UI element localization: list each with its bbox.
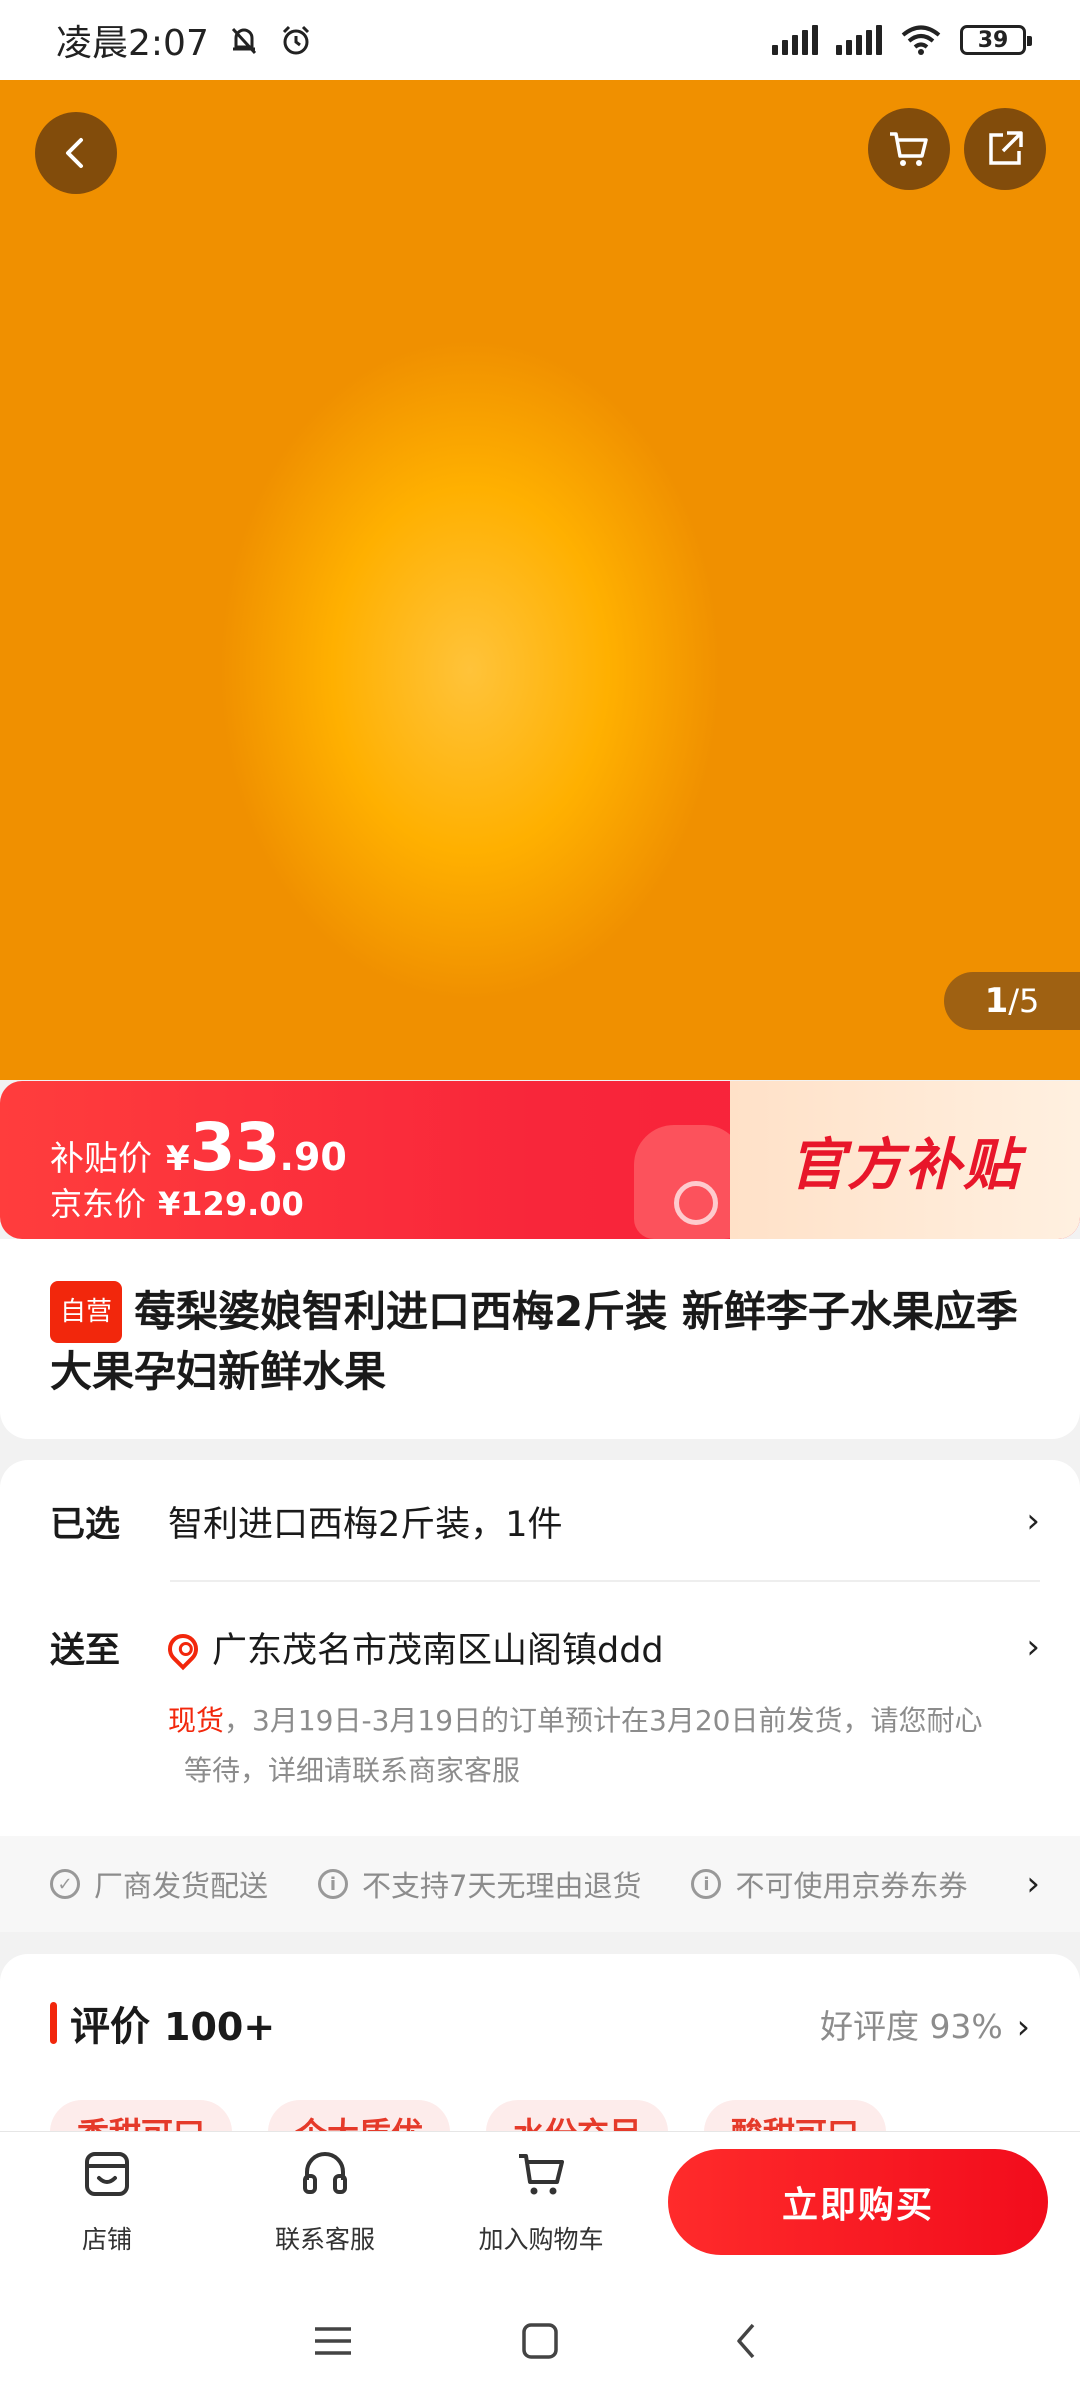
- image-page-indicator: 1/5: [944, 972, 1080, 1030]
- stock-status: 现货: [168, 1704, 225, 1737]
- jd-price: 京东价 ¥129.00: [50, 1185, 304, 1223]
- chevron-right-icon: ›: [1026, 1864, 1040, 1904]
- selected-label: 已选: [50, 1504, 121, 1545]
- price-banner: 补贴价 ¥33.90 京东价 ¥129.00 官方补贴: [0, 1081, 1080, 1239]
- headset-icon: [303, 2152, 347, 2194]
- alarm-icon: [282, 25, 309, 55]
- share-button[interactable]: [964, 108, 1046, 190]
- back-button[interactable]: [35, 112, 117, 194]
- mute-bell-icon: [231, 27, 256, 55]
- subsidy-price-dec: .90: [279, 1135, 347, 1179]
- subsidy-price-int: 33: [189, 1109, 281, 1186]
- subsidy-price-label: 补贴价: [50, 1139, 152, 1179]
- lucky-bag-icon: [634, 1125, 744, 1239]
- battery-icon: 39: [960, 25, 1032, 55]
- ship-to-row[interactable]: 送至 广东茂名市茂南区山阁镇ddd ›: [50, 1622, 1040, 1672]
- reviews-header: 评价 100+: [70, 2004, 276, 2050]
- shipping-info: 现货，3月19日-3月19日的订单预计在3月20日前发货，请您耐心 等待，详细请…: [168, 1704, 983, 1787]
- good-rating[interactable]: 好评度 93% ›: [820, 2000, 1030, 2048]
- chevron-left-icon: [66, 138, 83, 168]
- service-item: i 不支持7天无理由退货: [318, 1863, 641, 1905]
- status-time: 凌晨2:07: [56, 23, 209, 64]
- selected-value: 智利进口西梅2斤装，1件: [168, 1504, 563, 1545]
- chevron-right-icon: ›: [1016, 2007, 1030, 2046]
- section-accent-bar: [50, 2002, 57, 2044]
- chevron-right-icon: ›: [1026, 1501, 1040, 1541]
- share-icon: [989, 131, 1023, 165]
- check-circle-icon: ✓: [50, 1869, 80, 1899]
- shopping-cart-icon: [519, 2154, 564, 2195]
- subsidy-price: 补贴价 ¥33.90: [50, 1109, 347, 1186]
- wifi-icon: [901, 25, 941, 55]
- add-to-cart-button[interactable]: 加入购物车: [466, 2146, 616, 2256]
- bottom-action-bar: 店铺 联系客服 加入购物车 立即购买: [0, 2131, 1080, 2281]
- info-icon: i: [691, 1869, 722, 1899]
- service-strip[interactable]: ✓ 厂商发货配送 i 不支持7天无理由退货 i 不可使用京券东券 ›: [0, 1836, 1080, 1932]
- service-item: ✓ 厂商发货配送: [50, 1863, 268, 1905]
- menu-icon[interactable]: [303, 2321, 363, 2361]
- hd-signal-icon: [836, 25, 882, 55]
- self-operated-tag: 自营: [50, 1281, 123, 1343]
- chevron-right-icon: ›: [1026, 1627, 1040, 1667]
- cart-button[interactable]: [868, 108, 950, 190]
- jd-price-value: ¥129.00: [158, 1185, 304, 1223]
- product-title: 自营 莓梨婆娘智利进口西梅2斤装 新鲜李子水果应季大果孕妇新鲜水果: [50, 1281, 1030, 1401]
- cell-signal-icon: [772, 25, 818, 55]
- official-subsidy-badge: 官方补贴: [730, 1081, 1080, 1239]
- selected-spec-row[interactable]: 已选 智利进口西梅2斤装，1件 ›: [50, 1496, 1040, 1546]
- info-icon: i: [318, 1869, 349, 1899]
- product-image-carousel[interactable]: 1/5: [0, 80, 1080, 1080]
- location-pin-icon: [161, 1627, 205, 1670]
- ship-to-label: 送至: [50, 1630, 121, 1671]
- shop-button[interactable]: 店铺: [32, 2146, 182, 2256]
- back-nav-icon[interactable]: [717, 2321, 777, 2361]
- service-item: i 不可使用京券东券: [691, 1863, 967, 1905]
- home-icon[interactable]: [510, 2321, 570, 2361]
- store-icon: [85, 2152, 129, 2196]
- reviews-section: 评价100+ 好评度 93%› 香甜可口 个大质优 水份充足 酸甜可口: [0, 1954, 1080, 2164]
- review-count: 100+: [164, 2005, 276, 2049]
- shopping-cart-icon: [890, 132, 928, 166]
- system-nav-bar: [0, 2281, 1080, 2400]
- buy-now-button[interactable]: 立即购买: [668, 2149, 1048, 2255]
- product-title-card: 自营 莓梨婆娘智利进口西梅2斤装 新鲜李子水果应季大果孕妇新鲜水果: [0, 1239, 1080, 1439]
- divider: [170, 1580, 1040, 1582]
- customer-service-button[interactable]: 联系客服: [250, 2146, 400, 2256]
- status-bar: 凌晨2:07 39: [0, 0, 1080, 80]
- address-value: 广东茂名市茂南区山阁镇ddd: [212, 1630, 664, 1671]
